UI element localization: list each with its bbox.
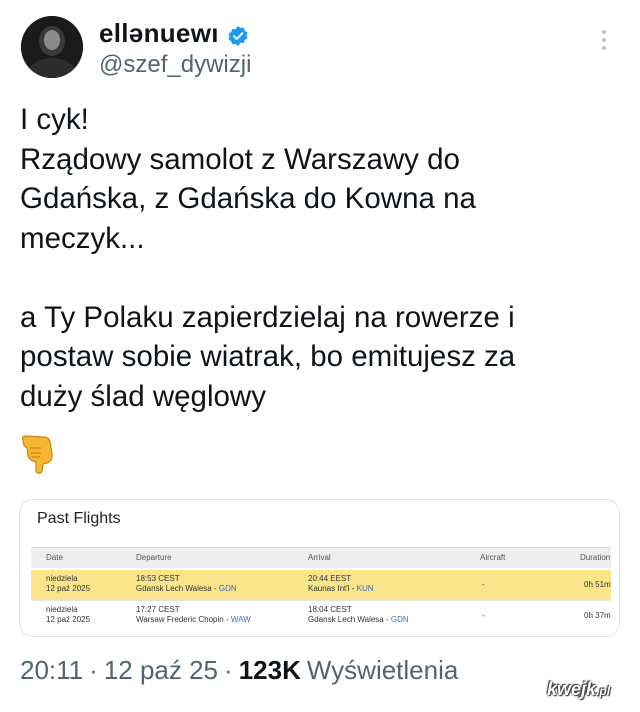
row-date: niedziela 12 paź 2025 [46,574,91,593]
card-title: Past Flights [37,510,121,527]
flights-table: Date Departure Arrival Aircraft Duration… [31,547,611,632]
meta-separator: · [224,655,233,685]
meta-separator: · [89,655,98,685]
table-row[interactable]: niedziela 12 paź 2025 18:53 CEST Gdansk … [31,570,611,600]
tweet: ellənuewı @szef_dywizji I cyk! Rządowy s… [0,0,640,712]
column-header-aircraft: Aircraft [480,553,506,562]
airport-code[interactable]: GDN [219,584,237,593]
column-header-arrival: Arrival [308,553,331,562]
row-aircraft: - [482,611,485,620]
tweet-date[interactable]: 12 paź 25 [104,655,218,686]
views-label: Wyświetlenia [306,655,459,685]
table-header: Date Departure Arrival Aircraft Duration [31,548,611,568]
airport-code[interactable]: GDN [391,615,409,624]
display-name-text[interactable]: ellənuewı [99,18,219,49]
column-header-date: Date [46,553,63,562]
row-duration: 0h 51m [584,580,611,589]
flights-card[interactable]: Past Flights Date Departure Arrival Airc… [19,499,620,637]
tweet-meta: 20:11 · 12 paź 25 · 123K Wyświetlenia [20,655,458,686]
row-arrival: 18:04 CEST Gdansk Lech Walesa - GDN [308,605,409,624]
row-aircraft: - [482,580,485,589]
row-date: niedziela 12 paź 2025 [46,605,91,624]
verified-badge-icon [227,23,249,46]
row-duration: 0h 37m [584,611,611,620]
avatar[interactable] [21,16,83,78]
tweet-text: I cyk! Rządowy samolot z Warszawy do Gda… [20,103,516,413]
user-handle[interactable]: @szef_dywizji [99,51,251,79]
row-departure: 18:53 CEST Gdansk Lech Walesa - GDN [136,574,237,593]
column-header-duration: Duration [580,553,611,562]
kwejk-watermark: kwejk.pl [547,679,611,699]
pointing-down-emoji-icon [19,434,57,474]
table-row[interactable]: niedziela 12 paź 2025 17:27 CEST Warsaw … [31,600,611,631]
tweet-time[interactable]: 20:11 [20,655,83,686]
avatar-image [21,16,83,78]
more-options-icon[interactable] [598,30,610,60]
airport-code[interactable]: KUN [357,584,374,593]
display-name[interactable]: ellənuewı [99,18,249,49]
row-arrival: 20:44 EEST Kaunas Int'l - KUN [308,574,374,593]
airport-code[interactable]: WAW [231,615,251,624]
column-header-departure: Departure [136,553,172,562]
row-departure: 17:27 CEST Warsaw Frederic Chopin - WAW [136,605,251,624]
views-count: 123K [238,655,301,685]
